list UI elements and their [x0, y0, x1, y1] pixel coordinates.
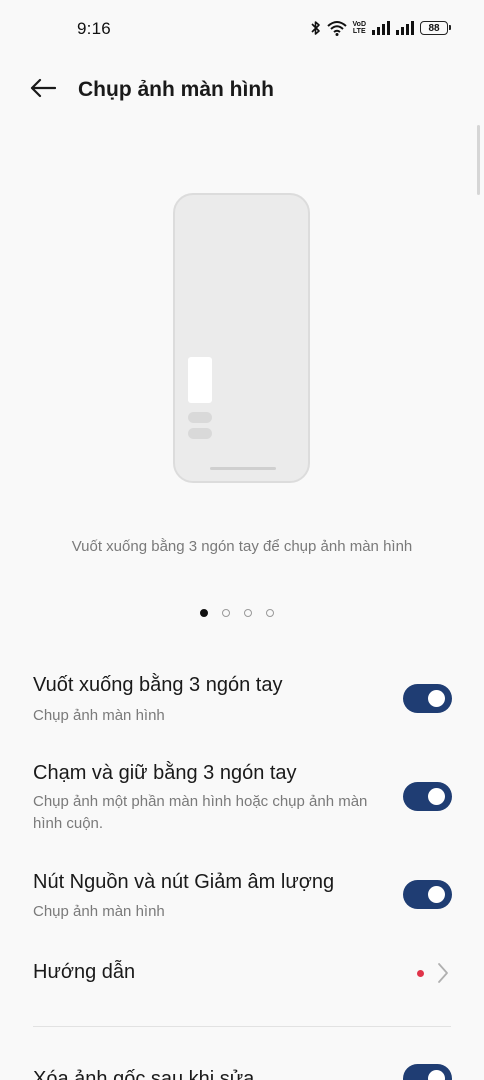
scroll-indicator[interactable]: [477, 125, 480, 195]
phone-card-shape: [188, 357, 212, 403]
setting-title: Chạm và giữ bằng 3 ngón tay: [33, 762, 297, 784]
volte-bottom-label: LTE: [352, 28, 366, 35]
phone-illustration: [173, 193, 310, 483]
header: Chụp ảnh màn hình: [0, 60, 484, 120]
volte-top-label: VoD: [352, 21, 366, 28]
toggle-delete-original[interactable]: [403, 1064, 452, 1080]
setting-title: Vuốt xuống bằng 3 ngón tay: [33, 674, 283, 696]
setting-three-finger-hold[interactable]: Chạm và giữ bằng 3 ngón tay Chụp ảnh một…: [0, 748, 484, 848]
status-icons: VoD LTE 88: [310, 18, 451, 38]
toggle-knob: [428, 788, 445, 805]
section-divider: [33, 1026, 451, 1027]
battery-level: 88: [428, 22, 440, 34]
volte-icon: VoD LTE: [353, 21, 366, 35]
setting-subtitle: Chụp ảnh màn hình: [33, 903, 165, 920]
signal-icon-1: [372, 21, 390, 35]
page-dot[interactable]: [266, 609, 274, 617]
setting-delete-original[interactable]: Xóa ảnh gốc sau khi sửa: [0, 1052, 484, 1080]
setting-title: Nút Nguồn và nút Giảm âm lượng: [33, 871, 335, 893]
setting-subtitle: Chụp ảnh một phần màn hình hoặc chụp ảnh…: [33, 793, 368, 832]
status-time: 9:16: [77, 19, 111, 38]
back-arrow-icon: [30, 78, 57, 103]
toggle-knob: [428, 886, 445, 903]
battery-icon: 88: [420, 21, 451, 35]
page-dot[interactable]: [244, 609, 252, 617]
page-dot[interactable]: [222, 609, 230, 617]
signal-icon-2: [396, 21, 414, 35]
page-title: Chụp ảnh màn hình: [78, 78, 274, 101]
phone-pill-shape: [188, 412, 212, 423]
wifi-icon: [326, 20, 347, 36]
setting-power-volume[interactable]: Nút Nguồn và nút Giảm âm lượng Chụp ảnh …: [0, 858, 484, 938]
page-indicator: [200, 607, 274, 619]
phone-pill-shape: [188, 428, 212, 439]
chevron-right-icon: [437, 962, 449, 989]
illustration-caption: Vuốt xuống bằng 3 ngón tay để chụp ảnh m…: [71, 538, 413, 555]
bluetooth-icon: [310, 20, 321, 36]
page-dot-active[interactable]: [200, 609, 208, 617]
toggle-three-finger-hold[interactable]: [403, 782, 452, 811]
setting-three-finger-swipe[interactable]: Vuốt xuống bằng 3 ngón tay Chụp ảnh màn …: [0, 660, 484, 740]
screen: 9:16 VoD LTE 88 Chụp ảnh màn hình Vuốt x…: [0, 0, 484, 1080]
toggle-knob: [428, 1070, 445, 1080]
setting-subtitle: Chụp ảnh màn hình: [33, 707, 165, 724]
setting-guide[interactable]: Hướng dẫn: [0, 945, 484, 1005]
phone-home-bar: [210, 467, 276, 470]
back-button[interactable]: [26, 74, 60, 106]
setting-title: Hướng dẫn: [33, 961, 136, 983]
setting-title: Xóa ảnh gốc sau khi sửa: [33, 1068, 255, 1080]
toggle-knob: [428, 690, 445, 707]
status-bar: 9:16 VoD LTE 88: [0, 0, 484, 56]
toggle-power-volume[interactable]: [403, 880, 452, 909]
toggle-three-finger-swipe[interactable]: [403, 684, 452, 713]
new-badge-dot: [417, 970, 424, 977]
